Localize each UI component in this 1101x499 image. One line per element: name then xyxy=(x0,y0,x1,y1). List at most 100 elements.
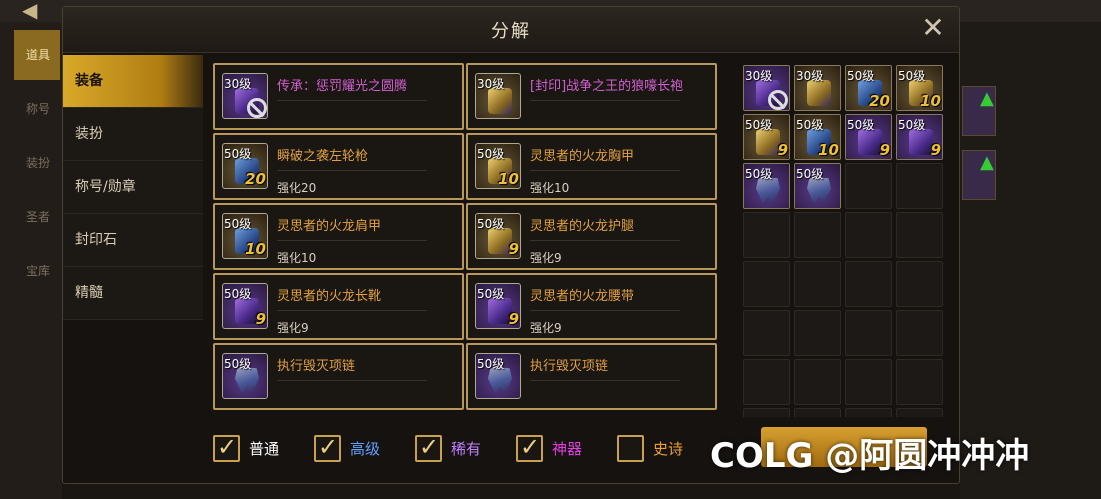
empty-slot[interactable] xyxy=(845,163,892,209)
item-icon-frame: 30级 xyxy=(475,73,521,119)
equipment-card[interactable]: 50级 9 灵思者的火龙长靴 强化9 xyxy=(213,273,464,340)
empty-slot[interactable] xyxy=(794,310,841,356)
empty-slot[interactable] xyxy=(743,359,790,405)
empty-slot[interactable] xyxy=(896,408,943,417)
enhance-badge: 9 xyxy=(255,310,266,328)
divider xyxy=(277,240,427,241)
selected-item-slot[interactable]: 50级 20 xyxy=(845,65,892,111)
bg-tab-title: 称号 xyxy=(26,102,51,116)
empty-slot[interactable] xyxy=(794,408,841,417)
tab-equipment[interactable]: 装备 xyxy=(63,55,203,108)
item-icon-frame: 50级 20 xyxy=(222,143,268,189)
item-level: 50级 xyxy=(745,118,773,132)
item-icon-frame: 50级 10 xyxy=(222,213,268,259)
back-arrow-icon[interactable]: ◀ xyxy=(22,0,52,22)
divider xyxy=(277,380,427,381)
selected-item-slot[interactable]: 50级 10 xyxy=(896,65,943,111)
selected-item-slot[interactable]: 50级 9 xyxy=(896,114,943,160)
selected-item-slot[interactable]: 50级 xyxy=(743,163,790,209)
empty-slot[interactable] xyxy=(743,212,790,258)
filter-label: 高级 xyxy=(350,440,381,458)
enhance-badge: 20 xyxy=(869,92,890,110)
item-level: 50级 xyxy=(224,287,252,301)
item-level: 50级 xyxy=(796,118,824,132)
item-icon-frame: 50级 9 xyxy=(475,213,521,259)
equipment-card[interactable]: 50级 10 灵思者的火龙肩甲 强化10 xyxy=(213,203,464,270)
item-enhance-level: 强化9 xyxy=(530,321,562,335)
empty-slot[interactable] xyxy=(845,212,892,258)
item-level: 30级 xyxy=(796,69,824,83)
item-level: 50级 xyxy=(745,167,773,181)
equipment-card[interactable]: 50级 10 灵思者的火龙胸甲 强化10 xyxy=(466,133,717,200)
item-level: 30级 xyxy=(224,77,252,91)
empty-slot[interactable] xyxy=(896,261,943,307)
item-icon-frame: 30级 xyxy=(795,66,840,110)
background-sidebar: 道具 称号 装扮 圣者 宝库 xyxy=(0,22,62,499)
tab-essence[interactable]: 精髓 xyxy=(63,267,203,320)
empty-slot[interactable] xyxy=(743,408,790,417)
filter-checkbox[interactable] xyxy=(617,435,644,462)
equipment-card[interactable]: 50级 9 灵思者的火龙腰带 强化9 xyxy=(466,273,717,340)
enhance-badge: 10 xyxy=(920,92,941,110)
empty-slot[interactable] xyxy=(794,359,841,405)
item-enhance-level: 强化10 xyxy=(530,181,570,195)
prohibited-icon xyxy=(247,98,267,118)
item-level: 50级 xyxy=(898,118,926,132)
enhance-badge: 10 xyxy=(818,141,839,159)
selected-item-slot[interactable]: 50级 9 xyxy=(743,114,790,160)
equipment-card[interactable]: 50级 执行毁灭项链 xyxy=(213,343,464,410)
enhance-badge: 9 xyxy=(508,310,519,328)
dialog-title: 分解 xyxy=(491,21,531,42)
selected-item-slot[interactable]: 50级 9 xyxy=(845,114,892,160)
empty-slot[interactable] xyxy=(896,212,943,258)
equipment-card[interactable]: 50级 9 灵思者的火龙护腿 强化9 xyxy=(466,203,717,270)
empty-slot[interactable] xyxy=(896,359,943,405)
empty-slot[interactable] xyxy=(845,408,892,417)
selected-item-slot[interactable]: 50级 10 xyxy=(794,114,841,160)
empty-slot[interactable] xyxy=(896,163,943,209)
equipment-card[interactable]: 50级 20 瞬破之袭左轮枪 强化20 xyxy=(213,133,464,200)
empty-slot[interactable] xyxy=(845,310,892,356)
item-level: 50级 xyxy=(847,69,875,83)
item-name: 灵思者的火龙护腿 xyxy=(530,219,635,234)
tab-title-medal[interactable]: 称号/勋章 xyxy=(63,161,203,214)
divider xyxy=(277,100,427,101)
selected-item-slot[interactable]: 50级 xyxy=(794,163,841,209)
item-icon-frame: 50级 9 xyxy=(744,115,789,159)
empty-slot[interactable] xyxy=(794,261,841,307)
equipment-card[interactable]: 30级 [封印]战争之王的狼嚎长袍 xyxy=(466,63,717,130)
upgrade-arrow-icon: ▲ xyxy=(980,152,994,173)
divider xyxy=(530,380,680,381)
item-level: 50级 xyxy=(224,357,252,371)
filter-checkbox[interactable] xyxy=(516,433,543,462)
item-level: 50级 xyxy=(796,167,824,181)
enhance-badge: 9 xyxy=(879,141,890,159)
tab-seal-stone[interactable]: 封印石 xyxy=(63,214,203,267)
item-name: 灵思者的火龙长靴 xyxy=(277,289,382,304)
empty-slot[interactable] xyxy=(845,359,892,405)
filter-checkbox[interactable] xyxy=(415,433,442,462)
selected-item-slot[interactable]: 30级 xyxy=(743,65,790,111)
empty-slot[interactable] xyxy=(896,310,943,356)
close-icon[interactable]: ✕ xyxy=(919,14,947,43)
bg-tab-items: 道具 xyxy=(14,30,60,80)
enhance-badge: 10 xyxy=(245,240,266,258)
empty-slot[interactable] xyxy=(794,212,841,258)
item-enhance-level: 强化9 xyxy=(530,251,562,265)
item-icon-frame: 50级 xyxy=(744,164,789,208)
category-tabs: 装备 装扮 称号/勋章 封印石 精髓 xyxy=(63,55,203,320)
selected-item-slot[interactable]: 30级 xyxy=(794,65,841,111)
empty-slot[interactable] xyxy=(743,310,790,356)
filter-checkbox[interactable] xyxy=(314,433,341,462)
filter-checkbox[interactable] xyxy=(213,433,240,462)
empty-slot[interactable] xyxy=(743,261,790,307)
empty-slot[interactable] xyxy=(845,261,892,307)
upgrade-arrow-icon: ▲ xyxy=(980,88,994,109)
divider xyxy=(530,310,680,311)
divider xyxy=(530,240,680,241)
item-name: 灵思者的火龙胸甲 xyxy=(530,149,635,164)
tab-outfit[interactable]: 装扮 xyxy=(63,108,203,161)
item-name: 灵思者的火龙腰带 xyxy=(530,289,635,304)
equipment-card[interactable]: 30级 传承：惩罚耀光之圆腾 xyxy=(213,63,464,130)
equipment-card[interactable]: 50级 执行毁灭项链 xyxy=(466,343,717,410)
